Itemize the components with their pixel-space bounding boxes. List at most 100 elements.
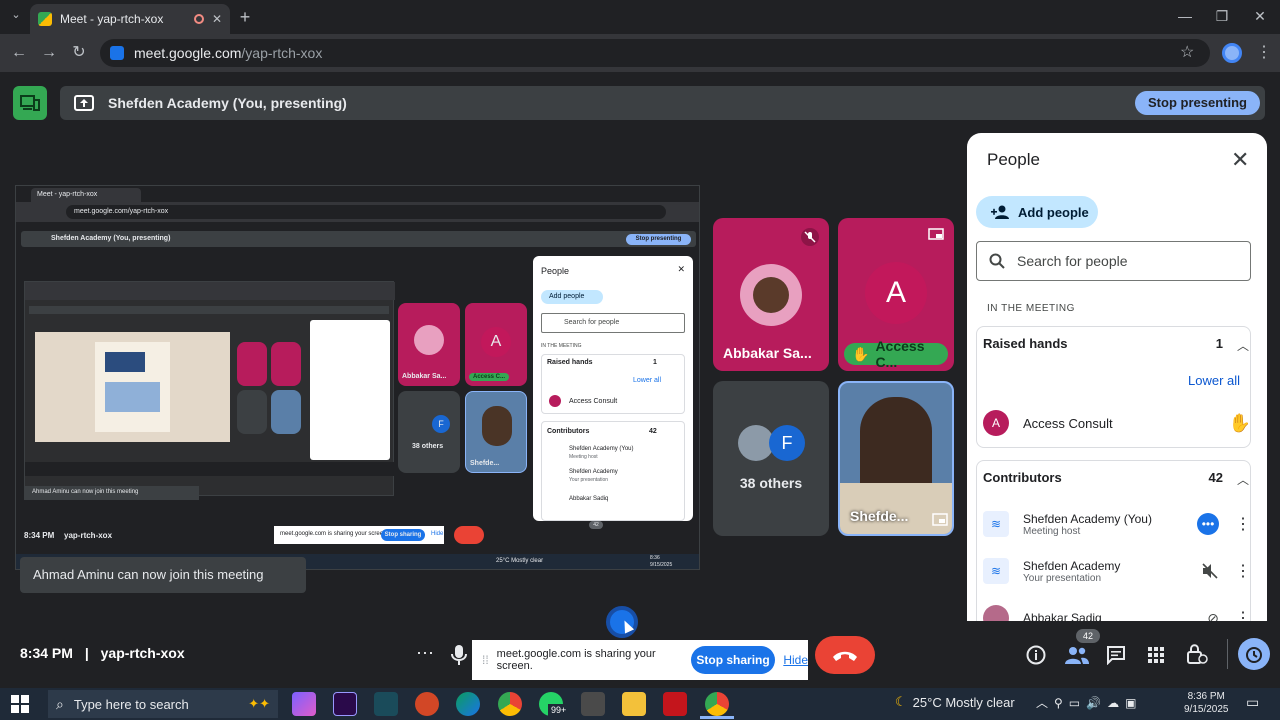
lower-all-button[interactable]: Lower all xyxy=(1188,373,1240,388)
participant-tile-others[interactable]: F 38 others xyxy=(713,381,829,536)
window-close-button[interactable]: ✕ xyxy=(1245,6,1275,26)
speaker-muted-icon xyxy=(1202,563,1218,579)
stop-presenting-button[interactable]: Stop presenting xyxy=(1135,91,1260,115)
taskbar-copilot-icon[interactable] xyxy=(292,692,316,716)
tab-search-chevron-icon[interactable]: ⌄ xyxy=(6,8,26,26)
search-highlight-sparkle-icon: ✦✦ xyxy=(248,696,270,711)
new-tab-button[interactable]: + xyxy=(234,6,256,28)
preview-close-icon: ✕ xyxy=(677,264,685,274)
tab-title: Meet - yap-rtch-xox xyxy=(60,12,164,26)
mic-off-icon xyxy=(801,228,819,246)
preview-clock-date: 9/15/2025 xyxy=(650,562,673,568)
tab-close-icon[interactable]: ✕ xyxy=(212,12,222,26)
taskbar-edge-icon[interactable] xyxy=(456,692,480,716)
preview-c1-sub: Meeting host xyxy=(569,454,598,460)
taskbar-search-box[interactable]: ⌕ Type here to search ✦✦ xyxy=(48,690,278,718)
contributor-name: Shefden Academy (You) xyxy=(1023,511,1152,526)
browser-tab-meet[interactable]: Meet - yap-rtch-xox ✕ xyxy=(30,4,230,34)
meeting-separator: | xyxy=(84,645,89,661)
recording-indicator-icon xyxy=(193,14,204,24)
stop-sharing-button[interactable]: Stop sharing xyxy=(690,646,776,674)
taskbar-chrome-icon[interactable] xyxy=(498,692,522,716)
collapse-raised-chevron-icon[interactable]: ︿ xyxy=(1237,337,1249,354)
taskbar-file-explorer-icon[interactable] xyxy=(622,692,646,716)
taskbar-store-icon[interactable] xyxy=(581,692,605,716)
preview-tile-access: A Access C... xyxy=(465,303,527,386)
window-minimize-button[interactable]: — xyxy=(1170,6,1200,26)
preview-add-people: Add people xyxy=(541,290,603,304)
contributor-row[interactable]: Abbakar Sadiq ⊘ ⋮ xyxy=(983,605,1251,621)
chat-icon[interactable] xyxy=(1106,645,1126,665)
preview-address-bar: meet.google.com/yap-rtch-xox xyxy=(66,205,666,219)
preview-c1-name: Shefden Academy (You) xyxy=(569,446,634,452)
preview-c2-sub: Your presentation xyxy=(569,477,609,483)
presenting-screen-icon xyxy=(932,513,948,526)
meet-favicon-icon xyxy=(38,12,52,26)
reload-button[interactable]: ↻ xyxy=(68,42,90,64)
nested-slide-heading xyxy=(105,352,145,372)
close-panel-icon[interactable]: ✕ xyxy=(1231,147,1249,173)
activities-grid-icon[interactable] xyxy=(1147,646,1165,664)
meeting-info-icon[interactable] xyxy=(1026,645,1046,665)
microphone-icon[interactable] xyxy=(450,644,468,666)
tile-name-access-pill: ✋ Access C... xyxy=(844,338,948,370)
site-info-icon[interactable] xyxy=(110,46,124,60)
back-button[interactable]: ← xyxy=(8,42,30,64)
system-tray-icons[interactable]: ︿⚲▭🔊☁▣ xyxy=(1036,694,1142,711)
taskbar-acrobat-icon[interactable] xyxy=(663,692,687,716)
people-panel-title: People xyxy=(987,150,1040,169)
search-placeholder: Search for people xyxy=(1017,253,1128,269)
nested-slide-block xyxy=(105,382,160,412)
shefden-logo-avatar: ≋ xyxy=(983,511,1009,537)
bookmark-star-icon[interactable]: ☆ xyxy=(1180,42,1194,62)
leave-call-button[interactable] xyxy=(815,636,875,674)
contributors-header[interactable]: Contributors 42 xyxy=(983,470,1251,485)
collapse-contributors-chevron-icon[interactable]: ︿ xyxy=(1237,471,1249,488)
more-options-icon[interactable]: ⋮ xyxy=(1235,608,1251,621)
taskbar-screen-snip-icon[interactable] xyxy=(374,692,398,716)
presenting-screen-icon xyxy=(928,228,944,240)
preview-abbakar-photo xyxy=(414,325,444,355)
access-avatar: A xyxy=(865,262,927,324)
url-path: /yap-rtch-xox xyxy=(241,45,323,61)
taskbar-chrome-active-icon[interactable] xyxy=(705,692,729,716)
people-icon[interactable] xyxy=(1064,645,1090,665)
hide-banner-link[interactable]: Hide xyxy=(783,653,808,667)
raised-hands-count: 1 xyxy=(1215,336,1223,351)
taskbar-clock[interactable]: 8:36 PM 9/15/2025 xyxy=(1184,690,1229,716)
windows-start-icon[interactable] xyxy=(10,694,30,714)
contributor-row[interactable]: ≋ Shefden Academy Your presentation ⋮ xyxy=(983,558,1251,584)
more-options-icon[interactable]: ⋮ xyxy=(1235,514,1251,534)
taskbar-premiere-icon[interactable] xyxy=(333,692,357,716)
drag-handle-icon[interactable]: ⁞⁞ xyxy=(482,653,489,667)
preview-access-avatar: A xyxy=(481,327,511,357)
contributor-row[interactable]: ≋ Shefden Academy (You) Meeting host •••… xyxy=(983,511,1251,537)
window-maximize-button[interactable]: ❐ xyxy=(1207,6,1237,26)
more-options-button[interactable]: ⋯ xyxy=(412,642,438,668)
participant-tile-shefden[interactable]: Shefde... xyxy=(838,381,954,536)
preview-tile-others: F 38 others xyxy=(398,391,460,473)
taskbar-powerpoint-icon[interactable] xyxy=(415,692,439,716)
raised-hands-label: Raised hands xyxy=(983,336,1068,351)
abbakar-avatar xyxy=(983,605,1009,621)
devices-icon xyxy=(20,95,40,111)
more-options-icon[interactable]: ⋮ xyxy=(1235,561,1251,581)
search-people-input[interactable]: Search for people xyxy=(976,241,1251,281)
participant-tile-abbakar[interactable]: Abbakar Sa... xyxy=(713,218,829,371)
browser-menu-icon[interactable]: ⋮ xyxy=(1256,42,1272,62)
raised-hands-header[interactable]: Raised hands 1 xyxy=(983,336,1251,351)
participant-tile-access[interactable]: A ✋ Access C... xyxy=(838,218,954,371)
lower-hand-icon[interactable]: ✋ xyxy=(1229,413,1251,434)
forward-button[interactable]: → xyxy=(38,42,60,64)
host-controls-lock-icon[interactable] xyxy=(1186,643,1208,665)
url-host: meet.google.com xyxy=(134,45,242,61)
add-people-button[interactable]: Add people xyxy=(976,196,1098,228)
timer-button[interactable] xyxy=(1238,638,1270,670)
layout-toggle-button[interactable] xyxy=(13,86,47,120)
raised-hand-row-access[interactable]: A Access Consult ✋ xyxy=(983,410,1251,436)
notification-center-icon[interactable]: ▭ xyxy=(1246,694,1259,711)
taskbar-weather[interactable]: ☾ 25°C Mostly clear xyxy=(895,694,1015,710)
preview-tile-access-name: Access C... xyxy=(469,373,510,381)
address-bar[interactable]: meet.google.com/yap-rtch-xox xyxy=(100,39,1210,67)
profile-avatar[interactable] xyxy=(1222,43,1242,63)
